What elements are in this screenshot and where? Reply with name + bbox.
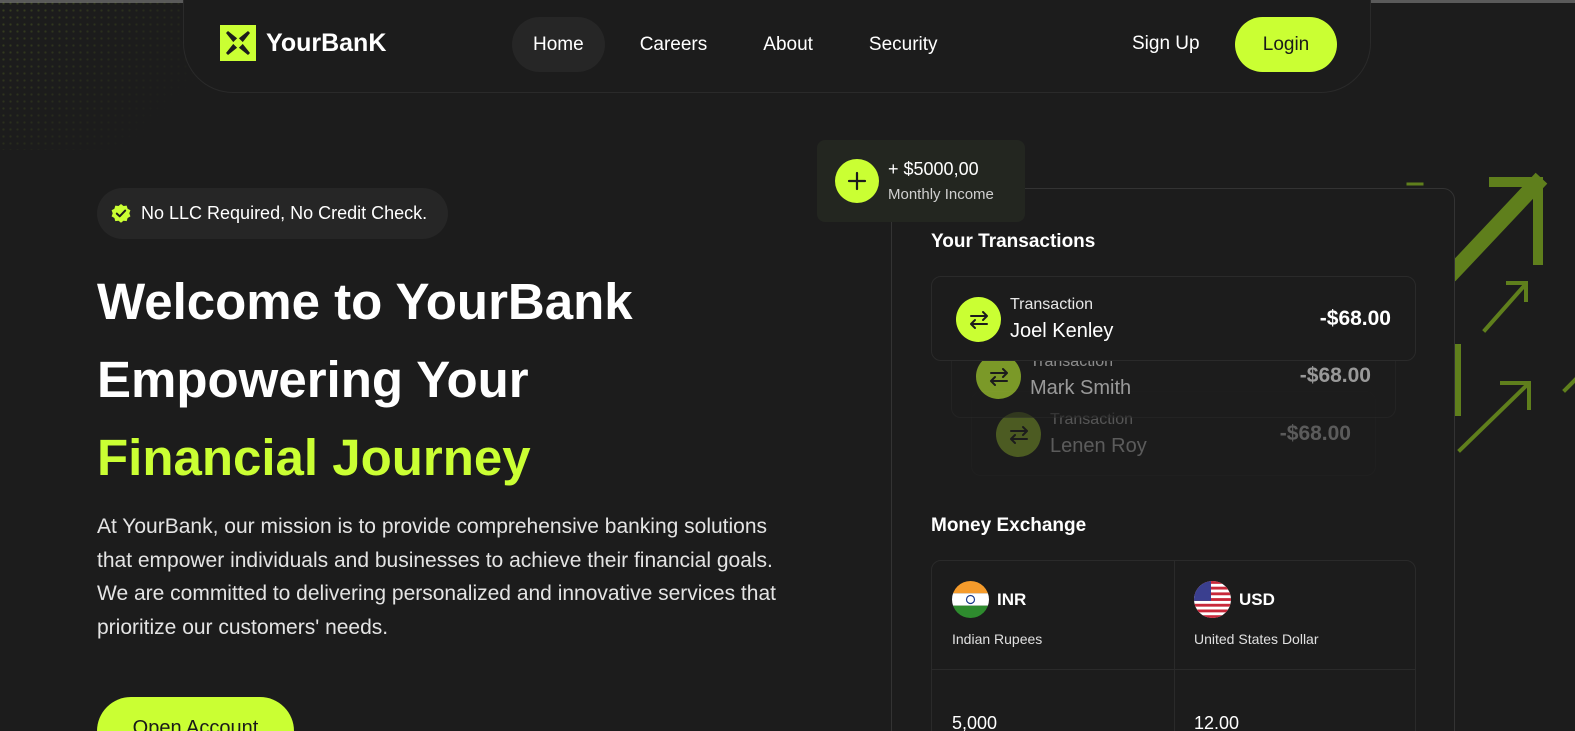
income-value: + $5000,00 xyxy=(888,159,979,179)
brand-name: YourBanK xyxy=(266,28,387,57)
india-flag-icon xyxy=(952,581,989,618)
no-credit-check-badge: No LLC Required, No Credit Check. xyxy=(97,188,449,239)
from-currency-name: Indian Rupees xyxy=(952,631,1043,647)
divider xyxy=(932,669,1415,670)
transaction-name: Lenen Roy xyxy=(1050,435,1147,457)
nav-item-about[interactable]: About xyxy=(742,17,834,72)
logo-icon xyxy=(220,25,256,61)
transaction-row[interactable]: Transaction Joel Kenley -$68.00 xyxy=(931,276,1416,361)
hero-description: At YourBank, our mission is to provide c… xyxy=(97,515,776,639)
to-currency-selector[interactable]: USD United States Dollar xyxy=(1174,581,1415,669)
hero-title-line-2: Empowering Your xyxy=(97,351,529,408)
transaction-kind: Transaction xyxy=(1010,296,1093,313)
to-amount-field[interactable]: 12.00 xyxy=(1194,713,1239,731)
top-navigation: YourBanK Home Careers About Security Sig… xyxy=(183,0,1371,93)
from-currency-code: INR xyxy=(997,590,1027,609)
nav-item-home[interactable]: Home xyxy=(512,17,605,72)
nav-item-security[interactable]: Security xyxy=(848,17,959,72)
monthly-income-widget: + $5000,00 Monthly Income xyxy=(817,140,1025,222)
transaction-amount: -$68.00 xyxy=(1299,364,1371,387)
to-currency-code: USD xyxy=(1239,590,1275,609)
to-currency-name: United States Dollar xyxy=(1194,631,1319,647)
from-currency-selector[interactable]: INR Indian Rupees xyxy=(932,581,1174,669)
transfer-icon xyxy=(996,412,1041,457)
transfer-icon xyxy=(956,297,1001,342)
plus-icon xyxy=(835,159,879,203)
transaction-amount: -$68.00 xyxy=(1319,307,1391,330)
from-amount-field[interactable]: 5,000 xyxy=(952,713,997,731)
money-exchange-title: Money Exchange xyxy=(931,515,1087,536)
login-button[interactable]: Login xyxy=(1235,17,1337,72)
transaction-name: Mark Smith xyxy=(1030,377,1132,399)
signup-link[interactable]: Sign Up xyxy=(1132,33,1200,55)
nav-item-careers[interactable]: Careers xyxy=(619,17,729,72)
brand-logo[interactable]: YourBanK xyxy=(220,25,386,61)
main-menu: Home Careers About Security xyxy=(512,17,973,72)
transactions-title: Your Transactions xyxy=(931,231,1096,252)
badge-text: No LLC Required, No Credit Check. xyxy=(141,203,428,223)
income-label: Monthly Income xyxy=(888,186,994,203)
money-exchange-panel: INR Indian Rupees USD United States Doll… xyxy=(931,560,1416,731)
transaction-name: Joel Kenley xyxy=(1010,320,1114,342)
hero-title-line-3: Financial Journey xyxy=(97,429,531,486)
open-account-button[interactable]: Open Account xyxy=(97,697,294,731)
hero-title-line-1: Welcome to YourBank xyxy=(97,273,633,330)
transaction-amount: -$68.00 xyxy=(1279,422,1351,445)
us-flag-icon xyxy=(1194,581,1231,618)
check-badge-icon xyxy=(111,203,131,223)
